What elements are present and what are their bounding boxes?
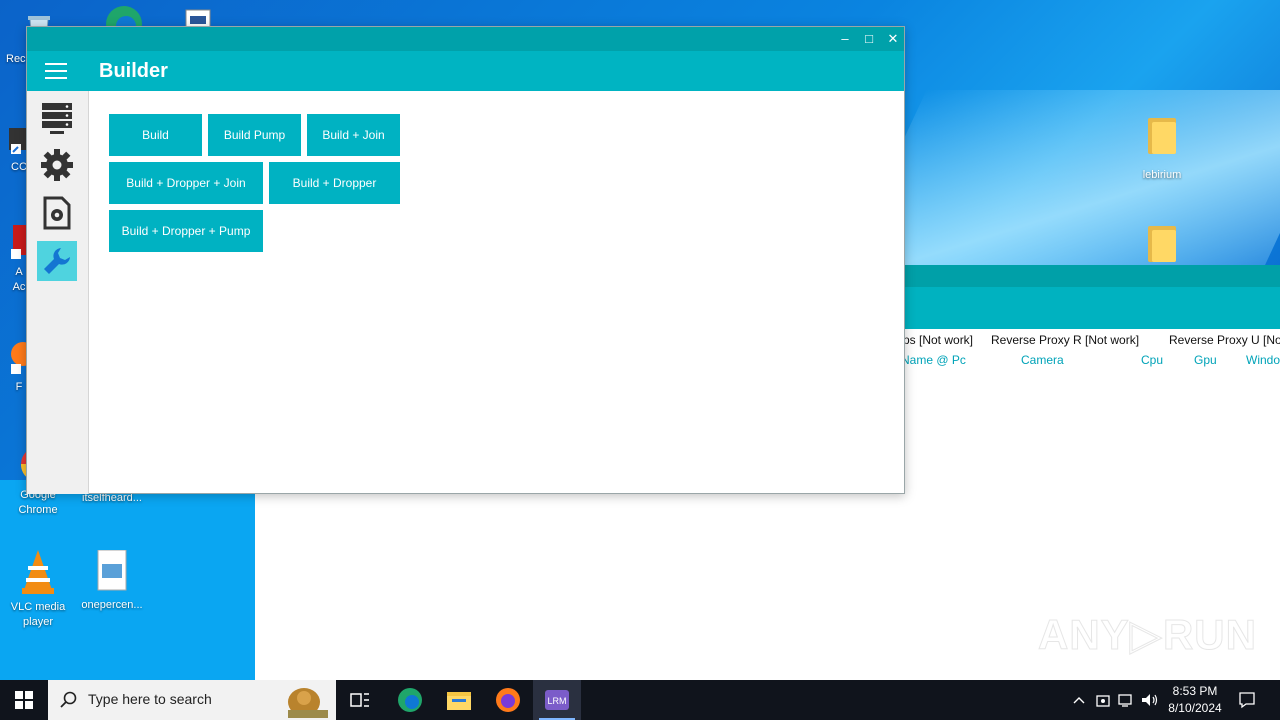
minimize-button[interactable]: – — [835, 30, 855, 48]
build-dropper-join-button[interactable]: Build + Dropper + Join — [109, 162, 263, 204]
builder-content: Build Build Pump Build + Join Build + Dr… — [89, 91, 904, 493]
network-icon — [1118, 694, 1132, 707]
builder-window: – □ ✕ Builder Build Build Pump Build + J… — [26, 26, 905, 494]
show-hidden-icons-button[interactable] — [1068, 680, 1090, 720]
clock-time: 8:53 PM — [1172, 684, 1218, 698]
tray-meet-now[interactable] — [1092, 680, 1114, 720]
lrm-app-icon: LRM — [545, 690, 569, 710]
folder-icon — [1148, 226, 1176, 262]
desktop-icon-label: lebirium — [1142, 169, 1182, 181]
desktop-icon-folder[interactable] — [1124, 226, 1200, 262]
column-header[interactable]: Reverse Proxy R [Not work] — [991, 333, 1139, 347]
taskbar: Type here to search LRM 8:53 PM 8/10/202… — [0, 680, 1280, 720]
window-titlebar[interactable]: – □ ✕ — [27, 27, 904, 51]
page-title: Builder — [99, 60, 168, 82]
build-dropper-button[interactable]: Build + Dropper — [269, 162, 400, 204]
app-header: Builder — [27, 51, 904, 91]
search-highlight-lion-icon — [288, 688, 328, 718]
maximize-button[interactable]: □ — [859, 30, 879, 48]
desktop-icon-label: onepercen... — [81, 599, 143, 611]
build-join-button[interactable]: Build + Join — [307, 114, 400, 156]
subheader: Camera — [1021, 353, 1064, 367]
column-header[interactable]: ps [Not work] — [903, 333, 973, 347]
vlc-cone-icon — [18, 548, 58, 596]
desktop-icon-onepercen[interactable]: onepercen... — [74, 549, 150, 613]
sidebar-item-server[interactable] — [37, 99, 77, 139]
clock-date: 8/10/2024 — [1168, 701, 1222, 715]
taskbar-search-box[interactable]: Type here to search — [48, 680, 336, 720]
subheader: Cpu — [1141, 353, 1164, 367]
file-explorer-icon — [447, 692, 471, 710]
firefox-icon — [496, 688, 520, 712]
desktop-icon-label: VLC media player — [10, 601, 66, 628]
desktop-icon-vlc[interactable]: VLC media player — [0, 548, 76, 630]
build-pump-button[interactable]: Build Pump — [208, 114, 301, 156]
column-header[interactable]: Reverse Proxy U [No — [1169, 333, 1280, 347]
gear-icon — [41, 149, 73, 181]
start-button[interactable] — [0, 680, 48, 720]
anyrun-watermark: ANY▷RUN — [1038, 611, 1257, 659]
desktop-icon-lebirium[interactable]: lebirium — [1124, 118, 1200, 183]
sidebar-item-builder[interactable] — [37, 241, 77, 281]
notification-icon — [1239, 692, 1255, 709]
subheader: Windo — [1246, 353, 1280, 367]
taskbar-clock[interactable]: 8:53 PM 8/10/2024 — [1160, 683, 1230, 717]
taskbar-file-explorer-button[interactable] — [435, 680, 483, 720]
taskbar-lrm-button[interactable]: LRM — [533, 680, 581, 720]
tray-network[interactable] — [1115, 680, 1137, 720]
wrench-icon — [44, 248, 70, 274]
edge-icon — [398, 688, 422, 712]
windows-logo-icon — [15, 691, 33, 709]
sidebar — [27, 91, 89, 494]
image-file-icon — [92, 549, 132, 594]
folder-icon — [1148, 118, 1176, 154]
chevron-up-icon — [1073, 697, 1085, 704]
settings-file-icon — [43, 196, 71, 230]
subheader: Name @ Pc — [901, 353, 966, 367]
close-button[interactable]: ✕ — [883, 30, 903, 48]
task-view-icon — [350, 693, 369, 707]
action-center-button[interactable] — [1234, 680, 1260, 720]
tray-volume[interactable] — [1139, 680, 1161, 720]
search-placeholder: Type here to search — [88, 691, 212, 707]
build-button[interactable]: Build — [109, 114, 202, 156]
sidebar-item-settings[interactable] — [37, 145, 77, 185]
taskbar-firefox-button[interactable] — [484, 680, 532, 720]
volume-icon — [1142, 694, 1158, 706]
task-view-button[interactable] — [336, 680, 384, 720]
subheader: Gpu — [1194, 353, 1217, 367]
hamburger-menu-icon[interactable] — [45, 63, 67, 79]
sidebar-item-file-settings[interactable] — [37, 193, 77, 233]
server-icon — [42, 103, 72, 134]
svg-text:LRM: LRM — [547, 696, 566, 706]
meet-now-icon — [1096, 695, 1110, 707]
build-dropper-pump-button[interactable]: Build + Dropper + Pump — [109, 210, 263, 252]
search-icon — [60, 691, 77, 708]
taskbar-edge-button[interactable] — [386, 680, 434, 720]
